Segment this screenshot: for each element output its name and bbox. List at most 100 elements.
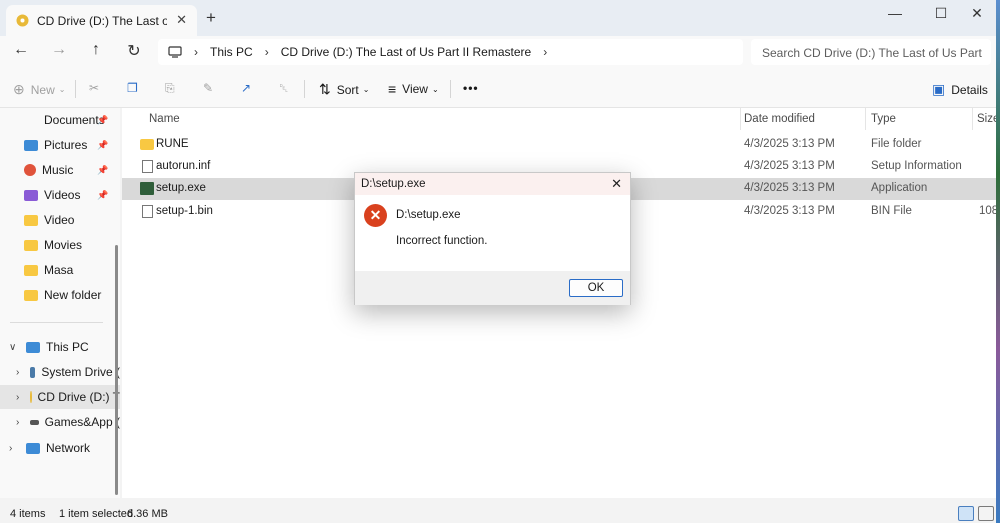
sidebar-item-cd-drive[interactable]: › CD Drive (D:) T <box>0 385 120 409</box>
search-input[interactable]: Search CD Drive (D:) The Last of Us Part <box>751 39 991 65</box>
refresh-button[interactable]: ↻ <box>121 41 147 63</box>
sidebar-item-games-app[interactable]: › Games&App ( <box>0 410 120 434</box>
file-name: autorun.inf <box>156 160 211 172</box>
file-type: Application <box>871 182 928 194</box>
sidebar-item-network[interactable]: › Network <box>0 436 120 460</box>
folder-icon <box>24 264 38 276</box>
file-icon <box>142 205 153 218</box>
close-window-button[interactable]: ✕ <box>962 5 992 22</box>
folder-icon <box>24 239 38 251</box>
column-header-date-modified[interactable]: Date modified <box>744 113 815 125</box>
forward-button[interactable]: → <box>46 41 72 63</box>
chevron-right-icon[interactable]: › <box>16 367 19 378</box>
settings-file-icon <box>142 160 153 173</box>
up-button[interactable]: ↑ <box>83 41 109 63</box>
sidebar-item-videos[interactable]: Videos 📌 <box>0 183 120 207</box>
sidebar-scrollbar[interactable] <box>115 245 118 495</box>
sidebar-item-label: System Drive ( <box>41 365 120 379</box>
tab-title: CD Drive (D:) The Last of Us Part II Rem… <box>37 13 167 28</box>
sidebar-item-label: Masa <box>44 263 74 277</box>
command-bar: ⊕ New ⌄ ✂ ❐ ⎘ ✎ ↗ ␡ ⇅ Sort ⌄ ≡ View ⌄ ••… <box>0 70 996 108</box>
chevron-down-icon: ⌄ <box>58 85 66 94</box>
sidebar-item-music[interactable]: Music 📌 <box>0 158 120 182</box>
navigation-pane: Documents 📌 Pictures 📌 Music 📌 Videos 📌 … <box>0 108 120 498</box>
copy-icon[interactable]: ❐ <box>127 81 138 95</box>
divider <box>75 80 76 98</box>
sidebar-item-label: CD Drive (D:) T <box>37 390 120 404</box>
sidebar-item-documents[interactable]: Documents 📌 <box>0 108 120 132</box>
network-icon <box>26 442 40 454</box>
computer-icon <box>26 341 40 353</box>
address-bar[interactable]: › This PC › CD Drive (D:) The Last of Us… <box>158 39 743 65</box>
cut-icon[interactable]: ✂ <box>89 81 99 95</box>
more-options-button[interactable]: ••• <box>463 81 479 95</box>
folder-icon <box>24 214 38 226</box>
delete-icon[interactable]: ␡ <box>279 81 289 96</box>
details-button[interactable]: ▣ Details <box>932 81 988 98</box>
sidebar-item-label: Videos <box>44 188 81 202</box>
ok-button[interactable]: OK <box>569 279 623 297</box>
chevron-right-icon: › <box>264 45 269 59</box>
sidebar-item-pictures[interactable]: Pictures 📌 <box>0 133 120 157</box>
dialog-heading: D:\setup.exe <box>396 209 461 221</box>
sort-label: Sort <box>336 82 359 97</box>
chevron-right-icon[interactable]: › <box>543 45 547 59</box>
new-label: New <box>30 82 55 97</box>
paste-icon[interactable]: ⎘ <box>165 81 175 96</box>
details-view-button[interactable] <box>958 506 974 521</box>
new-tab-button[interactable]: + <box>206 8 216 28</box>
chevron-right-icon[interactable]: › <box>16 392 19 403</box>
status-bar: 4 items 1 item selected 6.36 MB <box>0 504 996 523</box>
dialog-footer: OK <box>355 271 630 305</box>
drive-icon <box>30 419 39 425</box>
pin-icon: 📌 <box>97 164 109 175</box>
column-header-name[interactable]: Name <box>149 113 180 125</box>
column-header-size[interactable]: Size <box>977 113 996 125</box>
sidebar-item-system-drive[interactable]: › System Drive ( <box>0 360 120 384</box>
tab-cd-drive[interactable]: CD Drive (D:) The Last of Us Part II Rem… <box>6 5 197 36</box>
column-divider[interactable] <box>740 108 741 130</box>
sidebar-item-this-pc[interactable]: ∨ This PC <box>0 335 120 359</box>
dialog-close-button[interactable]: ✕ <box>611 176 622 192</box>
breadcrumb-cd-drive[interactable]: CD Drive (D:) The Last of Us Part II Rem… <box>281 45 532 59</box>
sidebar-item-movies[interactable]: Movies <box>0 233 120 257</box>
new-button[interactable]: ⊕ New ⌄ <box>13 81 65 98</box>
videos-icon <box>24 189 38 201</box>
tiles-view-button[interactable] <box>978 506 994 521</box>
tab-close-icon[interactable]: ✕ <box>176 12 187 28</box>
share-icon[interactable]: ↗ <box>241 81 251 95</box>
sidebar-item-label: Video <box>44 213 75 227</box>
pin-icon: 📌 <box>97 139 109 150</box>
file-name: RUNE <box>156 138 189 150</box>
sidebar-item-label: Movies <box>44 238 83 252</box>
file-name: setup-1.bin <box>156 205 213 217</box>
computer-icon <box>168 46 182 58</box>
column-divider[interactable] <box>972 108 973 130</box>
pin-icon: 📌 <box>97 189 109 200</box>
sidebar-item-masa[interactable]: Masa <box>0 258 120 282</box>
sidebar-item-video[interactable]: Video <box>0 208 120 232</box>
sidebar-item-label: Documents <box>44 113 105 127</box>
file-explorer-window: CD Drive (D:) The Last of Us Part II Rem… <box>0 0 996 523</box>
documents-icon <box>24 115 38 126</box>
drive-icon <box>30 366 36 378</box>
minimize-button[interactable]: — <box>880 5 910 21</box>
file-name: setup.exe <box>156 182 206 194</box>
column-divider[interactable] <box>865 108 866 130</box>
chevron-right-icon[interactable]: › <box>16 417 19 428</box>
sort-button[interactable]: ⇅ Sort ⌄ <box>319 81 369 98</box>
maximize-button[interactable]: ☐ <box>926 5 956 22</box>
sidebar-item-new-folder[interactable]: New folder <box>0 283 120 307</box>
table-row[interactable]: RUNE 4/3/2025 3:13 PM File folder <box>122 134 996 156</box>
view-button[interactable]: ≡ View ⌄ <box>388 81 439 97</box>
column-header-type[interactable]: Type <box>871 113 896 125</box>
chevron-right-icon: › <box>194 45 198 59</box>
pin-icon: 📌 <box>97 114 109 125</box>
music-icon <box>24 164 36 176</box>
chevron-right-icon[interactable]: › <box>9 443 12 454</box>
breadcrumb-this-pc[interactable]: This PC <box>210 45 253 59</box>
back-button[interactable]: ← <box>8 41 34 63</box>
item-count: 4 items <box>10 508 46 520</box>
rename-icon[interactable]: ✎ <box>203 81 213 95</box>
plus-circle-icon: ⊕ <box>13 81 25 97</box>
